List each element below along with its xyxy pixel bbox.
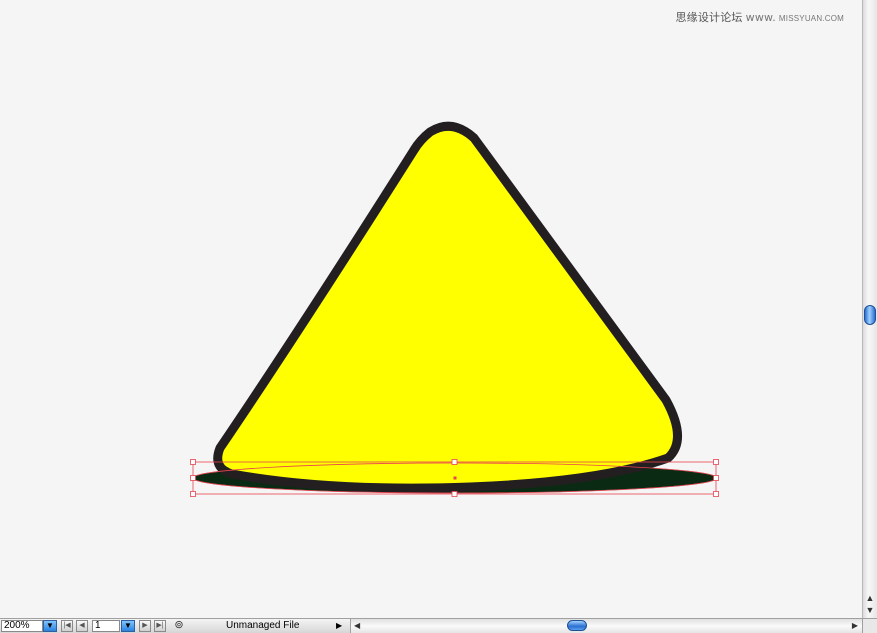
horizontal-scroll-thumb[interactable] bbox=[567, 620, 587, 631]
zoom-level-field[interactable]: 200% bbox=[1, 620, 43, 632]
handle-bottom-right[interactable] bbox=[713, 491, 719, 497]
center-point-marker bbox=[453, 476, 457, 480]
prev-page-icon: ◀ bbox=[79, 622, 85, 629]
next-page-button[interactable]: ▶ bbox=[139, 620, 151, 632]
vertical-scrollbar[interactable]: ▲ ▼ bbox=[862, 0, 877, 618]
last-page-icon: ▶| bbox=[156, 622, 164, 629]
first-page-button[interactable]: |◀ bbox=[61, 620, 73, 632]
status-text: Unmanaged File bbox=[226, 620, 300, 631]
handle-top-right[interactable] bbox=[713, 459, 719, 465]
artwork bbox=[190, 121, 719, 497]
zoom-dropdown-button[interactable]: ▼ bbox=[43, 620, 57, 632]
handle-bottom-center[interactable] bbox=[451, 491, 458, 497]
last-page-button[interactable]: ▶| bbox=[154, 620, 166, 632]
handle-top-center[interactable] bbox=[451, 459, 458, 465]
scroll-left-arrow-icon[interactable]: ◀ bbox=[354, 619, 360, 632]
page-dropdown-button[interactable]: ▼ bbox=[121, 620, 135, 632]
scroll-down-arrow-icon[interactable]: ▼ bbox=[863, 604, 877, 616]
vertical-scroll-thumb[interactable] bbox=[864, 305, 876, 325]
handle-bottom-left[interactable] bbox=[190, 491, 196, 497]
scroll-right-arrow-icon[interactable]: ▶ bbox=[852, 619, 858, 632]
handle-middle-right[interactable] bbox=[713, 475, 719, 481]
scrollbar-corner bbox=[862, 619, 877, 633]
horizontal-scrollbar[interactable]: ◀ ▶ bbox=[350, 619, 862, 633]
page-number-field[interactable]: 1 bbox=[92, 620, 120, 632]
handle-top-left[interactable] bbox=[190, 459, 196, 465]
chevron-down-icon: ▼ bbox=[46, 621, 54, 630]
status-bar: 200% ▼ |◀ ◀ 1 ▼ ▶ ▶| ⊚ Unmanaged File ▶ … bbox=[0, 618, 877, 633]
yellow-triangle-shape[interactable] bbox=[213, 121, 682, 493]
status-menu-arrow-icon[interactable]: ▶ bbox=[336, 620, 346, 632]
scroll-up-arrow-icon[interactable]: ▲ bbox=[863, 592, 877, 604]
handle-middle-left[interactable] bbox=[190, 475, 196, 481]
chevron-down-icon: ▼ bbox=[124, 621, 132, 630]
next-page-icon: ▶ bbox=[142, 622, 148, 629]
first-page-icon: |◀ bbox=[63, 622, 71, 629]
version-cue-status-icon[interactable]: ⊚ bbox=[172, 620, 186, 632]
previous-page-button[interactable]: ◀ bbox=[76, 620, 88, 632]
artboard-canvas[interactable]: 思缘设计论坛 www. MISSYUAN.COM bbox=[0, 0, 862, 618]
